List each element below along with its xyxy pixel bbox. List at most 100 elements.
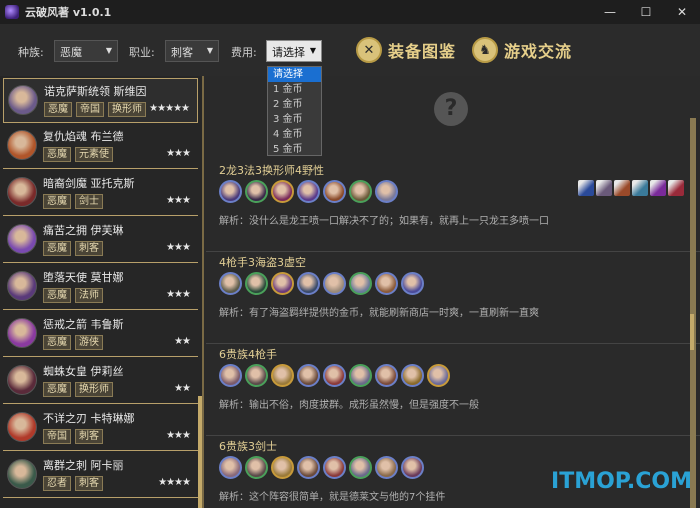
race-select[interactable]: 恶魔 ▼ <box>54 40 118 62</box>
hero-portrait-icon[interactable] <box>349 272 372 295</box>
hero-portrait-icon[interactable] <box>297 364 320 387</box>
hero-portrait-icon[interactable] <box>245 364 268 387</box>
hero-portrait-icon[interactable] <box>219 180 242 203</box>
comp-scrollbar[interactable] <box>690 118 696 508</box>
cost-option[interactable]: 请选择 <box>268 67 321 82</box>
hero-tag: 帝国 <box>76 102 104 117</box>
cost-option[interactable]: 4 金币 <box>268 127 321 142</box>
hero-list-item[interactable]: 离群之刺 阿卡丽 忍者 刺客 ★★★★ <box>3 453 198 498</box>
hero-tag: 游侠 <box>75 335 103 350</box>
hero-stars: ★★★ <box>166 430 191 441</box>
hero-stars: ★★★ <box>166 148 191 159</box>
synergy-icon <box>614 180 630 196</box>
maximize-button[interactable]: ☐ <box>628 0 664 24</box>
hero-portrait-icon[interactable] <box>297 180 320 203</box>
hero-tag: 元素使 <box>75 147 113 162</box>
hero-avatar <box>7 224 37 254</box>
hero-portrait-icon[interactable] <box>323 364 346 387</box>
minimize-button[interactable]: — <box>592 0 628 24</box>
cost-option[interactable]: 5 金币 <box>268 142 321 157</box>
hero-tag: 帝国 <box>43 429 71 444</box>
hero-portrait-icon[interactable] <box>375 456 398 479</box>
hero-stars: ★★★★★ <box>149 103 190 114</box>
hero-portrait-icon[interactable] <box>375 272 398 295</box>
hero-list-item[interactable]: 痛苦之拥 伊芙琳 恶魔 刺客 ★★★ <box>3 218 198 263</box>
hero-portrait-icon[interactable] <box>349 364 372 387</box>
hero-stars: ★★★★ <box>158 477 191 488</box>
equipment-guide-button[interactable]: ✕ 装备图鉴 <box>356 36 456 64</box>
synergy-icons <box>576 180 684 196</box>
hero-portrait-icon[interactable] <box>245 180 268 203</box>
hero-name: 暗裔剑魔 亚托克斯 <box>43 177 135 190</box>
hero-tag: 忍者 <box>43 476 71 491</box>
comp-card[interactable]: 4枪手3海盗3虚空 解析：有了海盗羁绊提供的金币，就能刷新商店一时爽，一直刷新一直… <box>206 252 700 344</box>
hero-portrait-icon[interactable] <box>219 364 242 387</box>
app-logo-icon <box>5 5 19 19</box>
close-button[interactable]: ✕ <box>664 0 700 24</box>
comp-card[interactable]: 2龙3法3换形师4野性 解析：没什么是龙王喷一口解决不了的；如果有，就再上一只龙王… <box>206 160 700 252</box>
game-community-button[interactable]: ♞ 游戏交流 <box>472 36 572 64</box>
filter-toolbar: 种族: 恶魔 ▼ 职业: 刺客 ▼ 费用: 请选择 ▼ ✕ 装备图鉴 ♞ 游戏交… <box>0 24 700 76</box>
game-community-label: 游戏交流 <box>504 42 573 61</box>
hero-tag: 剑士 <box>75 194 103 209</box>
hero-list-item[interactable]: 暗裔剑魔 亚托克斯 恶魔 剑士 ★★★ <box>3 171 198 216</box>
hero-avatar <box>7 130 37 160</box>
comp-card[interactable]: 6贵族4枪手 解析：输出不俗，肉度拔群。成形虽然慢，但是强度不一般 <box>206 344 700 436</box>
hero-tag: 恶魔 <box>43 241 71 256</box>
cost-dropdown-list: 请选择 1 金币 2 金币 3 金币 4 金币 5 金币 <box>267 66 322 156</box>
synergy-icon <box>650 180 666 196</box>
hero-portrait-icon[interactable] <box>323 180 346 203</box>
comp-description: 解析：输出不俗，肉度拔群。成形虽然慢，但是强度不一般 <box>219 400 479 411</box>
hero-portrait-icon[interactable] <box>401 364 424 387</box>
hero-portrait-icon[interactable] <box>349 180 372 203</box>
comp-description: 解析：这个阵容很简单，就是德莱文与他的7个挂件 <box>219 492 446 503</box>
hero-list-item[interactable]: 蜘蛛女皇 伊莉丝 恶魔 换形师 ★★ <box>3 359 198 404</box>
hero-portrait-icon[interactable] <box>401 456 424 479</box>
title-bar: 云破风著 v1.0.1 — ☐ ✕ <box>0 0 700 24</box>
hero-portrait-icon[interactable] <box>375 364 398 387</box>
hero-portrait-icon[interactable] <box>271 456 294 479</box>
hero-portrait-icon[interactable] <box>375 180 398 203</box>
chevron-down-icon: ▼ <box>105 46 112 55</box>
hero-tag: 换形师 <box>108 102 146 117</box>
hero-portrait-icon[interactable] <box>297 272 320 295</box>
watermark: ITMOP.COM <box>551 469 692 494</box>
hero-portrait-icon[interactable] <box>297 456 320 479</box>
hero-stars: ★★★ <box>166 242 191 253</box>
comp-title: 2龙3法3换形师4野性 <box>219 164 324 177</box>
hero-portrait-icon[interactable] <box>323 456 346 479</box>
hero-name: 痛苦之拥 伊芙琳 <box>43 224 124 237</box>
cost-option[interactable]: 1 金币 <box>268 82 321 97</box>
cost-select[interactable]: 请选择 ▼ <box>266 40 322 62</box>
cost-option[interactable]: 2 金币 <box>268 97 321 112</box>
hero-tag: 法师 <box>75 288 103 303</box>
hero-list-item[interactable]: 不详之刃 卡特琳娜 帝国 刺客 ★★★ <box>3 406 198 451</box>
hero-portrait-icon[interactable] <box>349 456 372 479</box>
hero-list-item[interactable]: 惩戒之箭 韦鲁斯 恶魔 游侠 ★★ <box>3 312 198 357</box>
hero-list-item[interactable]: 复仇焰魂 布兰德 恶魔 元素使 ★★★ <box>3 124 198 169</box>
synergy-icon <box>596 180 612 196</box>
hero-portrait-icon[interactable] <box>271 180 294 203</box>
hero-portrait-icon[interactable] <box>401 272 424 295</box>
class-select-value: 刺客 <box>171 46 193 59</box>
comp-scrollbar-thumb[interactable] <box>690 314 694 350</box>
hero-portrait-icon[interactable] <box>219 456 242 479</box>
hero-list-scrollbar[interactable] <box>198 396 202 508</box>
hero-name: 复仇焰魂 布兰德 <box>43 130 124 143</box>
cost-option[interactable]: 3 金币 <box>268 112 321 127</box>
hero-portrait-icon[interactable] <box>427 364 450 387</box>
hero-list-item[interactable]: 诺克萨斯统领 斯维因 恶魔 帝国 换形师 ★★★★★ <box>3 78 198 123</box>
hero-portrait-icon[interactable] <box>219 272 242 295</box>
hero-list: 诺克萨斯统领 斯维因 恶魔 帝国 换形师 ★★★★★ 复仇焰魂 布兰德 恶魔 元素使 ★★★ 暗裔… <box>0 76 204 508</box>
hero-avatar <box>7 412 37 442</box>
hero-portrait-icon[interactable] <box>245 272 268 295</box>
class-select[interactable]: 刺客 ▼ <box>165 40 219 62</box>
hero-portrait-icon[interactable] <box>245 456 268 479</box>
hero-list-item[interactable]: 堕落天使 莫甘娜 恶魔 法师 ★★★ <box>3 265 198 310</box>
hero-portrait-icon[interactable] <box>271 364 294 387</box>
hero-tag: 恶魔 <box>43 288 71 303</box>
hero-name: 堕落天使 莫甘娜 <box>43 271 124 284</box>
window-controls: — ☐ ✕ <box>592 0 700 24</box>
hero-portrait-icon[interactable] <box>271 272 294 295</box>
hero-portrait-icon[interactable] <box>323 272 346 295</box>
